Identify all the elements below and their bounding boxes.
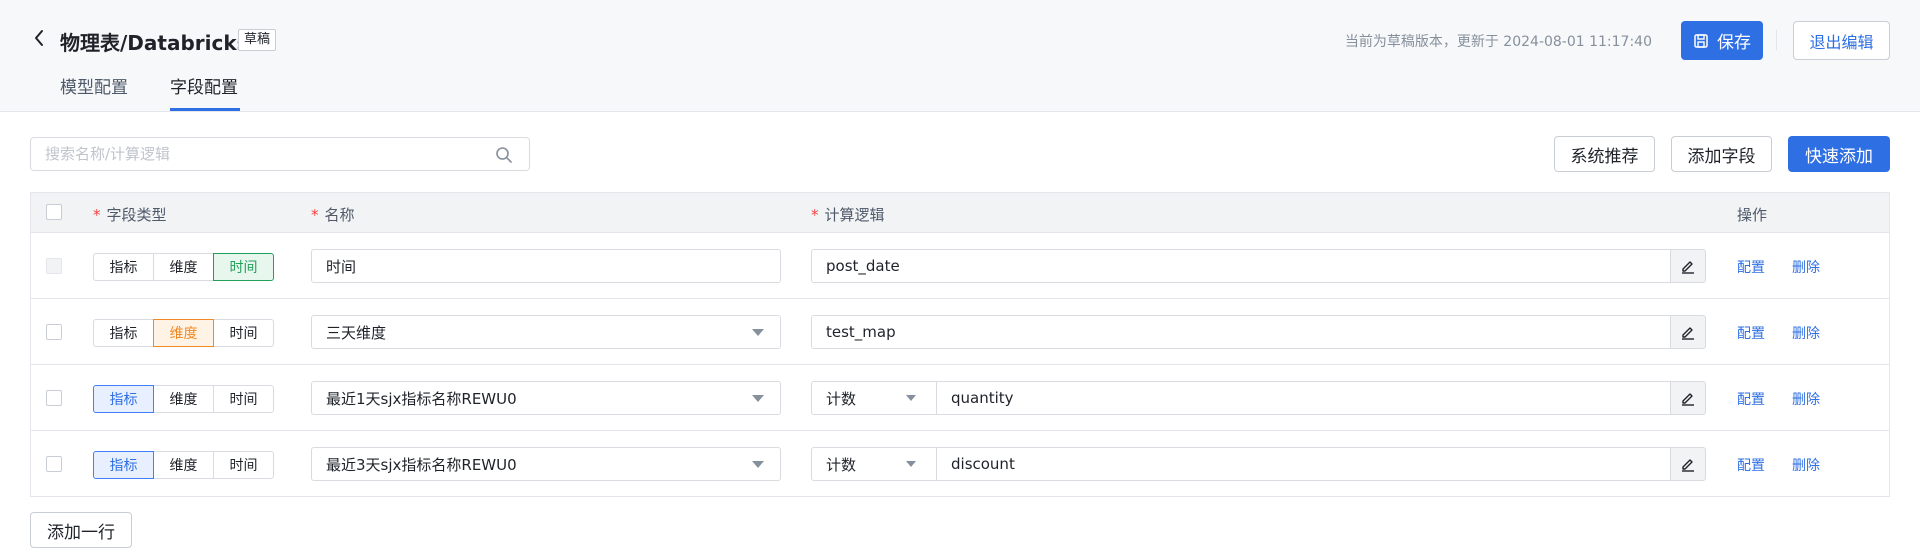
exit-edit-button[interactable]: 退出编辑 <box>1793 21 1890 60</box>
edit-icon <box>1682 261 1694 274</box>
search-box[interactable] <box>30 137 530 171</box>
field-table: * 字段类型 * 名称 * 计算逻辑 操作 指标 维度 时间 时间 post_date… <box>30 192 1890 497</box>
config-link[interactable]: 配置 <box>1737 323 1765 343</box>
edit-logic-button[interactable] <box>1670 249 1706 283</box>
tab-model-config[interactable]: 模型配置 <box>60 73 128 98</box>
type-option-time[interactable]: 时间 <box>213 451 274 479</box>
tab-field-config[interactable]: 字段配置 <box>170 73 238 98</box>
type-option-metric[interactable]: 指标 <box>93 319 154 347</box>
chevron-down-icon <box>752 329 764 336</box>
edit-icon <box>1682 393 1694 406</box>
name-select[interactable]: 最近3天sjx指标名称REWU0 <box>311 447 781 481</box>
field-type-selector: 指标 维度 时间 <box>93 319 274 347</box>
column-header-actions: 操作 <box>1737 206 1768 224</box>
delete-link[interactable]: 删除 <box>1792 455 1820 475</box>
type-option-time[interactable]: 时间 <box>213 253 274 281</box>
add-row-button[interactable]: 添加一行 <box>30 512 132 548</box>
edit-logic-button[interactable] <box>1670 315 1706 349</box>
header-divider <box>1776 30 1777 50</box>
page-title: 物理表/Databricks <box>60 31 249 55</box>
field-type-selector: 指标 维度 时间 <box>93 253 274 281</box>
system-recommend-button[interactable]: 系统推荐 <box>1554 136 1655 172</box>
draft-badge: 草稿 <box>238 29 277 51</box>
edit-icon <box>1682 327 1694 340</box>
name-input[interactable]: 时间 <box>311 249 781 283</box>
config-link[interactable]: 配置 <box>1737 257 1765 277</box>
edit-logic-button[interactable] <box>1670 381 1706 415</box>
chevron-down-icon <box>906 395 916 401</box>
table-row: 指标 维度 时间 最近1天sjx指标名称REWU0 计数 quantity 配置… <box>31 365 1889 431</box>
table-row: 指标 维度 时间 三天维度 test_map 配置 删除 <box>31 299 1889 365</box>
save-icon <box>1694 33 1708 48</box>
save-button[interactable]: 保存 <box>1681 21 1763 60</box>
name-select[interactable]: 最近1天sjx指标名称REWU0 <box>311 381 781 415</box>
aggregation-select[interactable]: 计数 <box>811 447 937 481</box>
column-header-name: * 名称 <box>311 206 355 224</box>
type-option-dimension[interactable]: 维度 <box>153 385 214 413</box>
type-option-time[interactable]: 时间 <box>213 319 274 347</box>
type-option-dimension[interactable]: 维度 <box>153 451 214 479</box>
chevron-down-icon <box>752 461 764 468</box>
type-option-metric[interactable]: 指标 <box>93 385 154 413</box>
active-tab-indicator <box>170 108 240 111</box>
logic-input[interactable]: quantity <box>936 381 1671 415</box>
quick-add-button[interactable]: 快速添加 <box>1788 136 1890 172</box>
column-header-logic: * 计算逻辑 <box>811 206 885 224</box>
logic-input[interactable]: test_map <box>811 315 1671 349</box>
field-type-selector: 指标 维度 时间 <box>93 385 274 413</box>
logic-input[interactable]: post_date <box>811 249 1671 283</box>
add-field-button[interactable]: 添加字段 <box>1671 136 1772 172</box>
column-header-field-type: * 字段类型 <box>93 206 167 224</box>
row-checkbox[interactable] <box>46 258 62 274</box>
required-marker: * <box>811 206 819 224</box>
name-select-value: 最近1天sjx指标名称REWU0 <box>326 389 517 408</box>
type-option-dimension[interactable]: 维度 <box>153 253 214 281</box>
logic-input[interactable]: discount <box>936 447 1671 481</box>
back-icon[interactable] <box>28 26 52 50</box>
save-status-text: 当前为草稿版本，更新于 2024-08-01 11:17:40 <box>1344 34 1652 50</box>
type-option-dimension[interactable]: 维度 <box>153 319 214 347</box>
name-select-value: 三天维度 <box>326 323 387 342</box>
row-checkbox[interactable] <box>46 456 62 472</box>
table-row: 指标 维度 时间 最近3天sjx指标名称REWU0 计数 discount 配置… <box>31 431 1889 497</box>
row-checkbox[interactable] <box>46 324 62 340</box>
select-all-checkbox[interactable] <box>46 204 62 220</box>
config-link[interactable]: 配置 <box>1737 455 1765 475</box>
row-checkbox[interactable] <box>46 390 62 406</box>
page-header: 物理表/Databricks 草稿 当前为草稿版本，更新于 2024-08-01… <box>0 0 1920 112</box>
table-row: 指标 维度 时间 时间 post_date 配置 删除 <box>31 233 1889 299</box>
required-marker: * <box>93 206 101 224</box>
search-input[interactable] <box>31 138 471 170</box>
edit-icon <box>1682 459 1694 472</box>
search-icon[interactable] <box>495 146 513 164</box>
type-option-metric[interactable]: 指标 <box>93 451 154 479</box>
field-type-selector: 指标 维度 时间 <box>93 451 274 479</box>
delete-link[interactable]: 删除 <box>1792 323 1820 343</box>
delete-link[interactable]: 删除 <box>1792 257 1820 277</box>
aggregation-value: 计数 <box>826 389 857 408</box>
config-link[interactable]: 配置 <box>1737 389 1765 409</box>
chevron-down-icon <box>752 395 764 402</box>
table-header: * 字段类型 * 名称 * 计算逻辑 操作 <box>31 193 1889 233</box>
chevron-down-icon <box>906 461 916 467</box>
edit-logic-button[interactable] <box>1670 447 1706 481</box>
required-marker: * <box>311 206 319 224</box>
delete-link[interactable]: 删除 <box>1792 389 1820 409</box>
name-select[interactable]: 三天维度 <box>311 315 781 349</box>
aggregation-value: 计数 <box>826 455 857 474</box>
save-label: 保存 <box>1717 33 1751 53</box>
type-option-time[interactable]: 时间 <box>213 385 274 413</box>
name-select-value: 最近3天sjx指标名称REWU0 <box>326 455 517 474</box>
aggregation-select[interactable]: 计数 <box>811 381 937 415</box>
type-option-metric[interactable]: 指标 <box>93 253 154 281</box>
